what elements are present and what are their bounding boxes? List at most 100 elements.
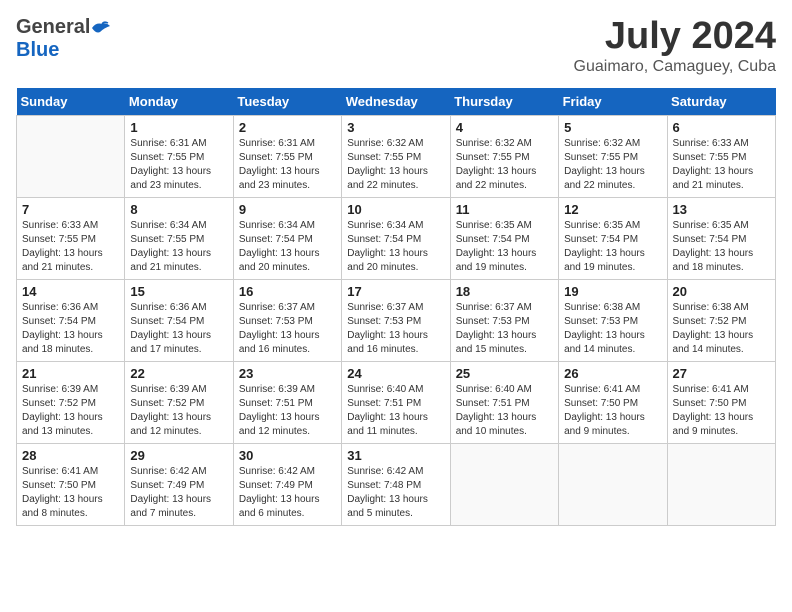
day-cell: 7 Sunrise: 6:33 AMSunset: 7:55 PMDaylight…: [17, 197, 125, 279]
day-number: 1: [130, 120, 227, 135]
day-info: Sunrise: 6:33 AMSunset: 7:55 PMDaylight:…: [673, 137, 770, 193]
header-row: SundayMondayTuesdayWednesdayThursdayFrid…: [17, 88, 776, 116]
header-day-saturday: Saturday: [667, 88, 775, 116]
day-number: 17: [347, 284, 444, 299]
day-info: Sunrise: 6:31 AMSunset: 7:55 PMDaylight:…: [239, 137, 336, 193]
day-number: 20: [673, 284, 770, 299]
day-info: Sunrise: 6:42 AMSunset: 7:49 PMDaylight:…: [239, 465, 336, 521]
day-number: 28: [22, 448, 119, 463]
day-number: 5: [564, 120, 661, 135]
week-row-1: 1 Sunrise: 6:31 AMSunset: 7:55 PMDaylight…: [17, 115, 776, 197]
day-number: 26: [564, 366, 661, 381]
day-number: 27: [673, 366, 770, 381]
day-cell: 6 Sunrise: 6:33 AMSunset: 7:55 PMDaylight…: [667, 115, 775, 197]
day-info: Sunrise: 6:32 AMSunset: 7:55 PMDaylight:…: [347, 137, 444, 193]
day-info: Sunrise: 6:35 AMSunset: 7:54 PMDaylight:…: [456, 219, 553, 275]
day-number: 22: [130, 366, 227, 381]
day-number: 11: [456, 202, 553, 217]
day-info: Sunrise: 6:32 AMSunset: 7:55 PMDaylight:…: [564, 137, 661, 193]
day-cell: 25Sunrise: 6:40 AMSunset: 7:51 PMDayligh…: [450, 361, 558, 443]
day-cell: 23Sunrise: 6:39 AMSunset: 7:51 PMDayligh…: [233, 361, 341, 443]
day-info: Sunrise: 6:35 AMSunset: 7:54 PMDaylight:…: [673, 219, 770, 275]
day-number: 7: [22, 202, 119, 217]
header-day-friday: Friday: [559, 88, 667, 116]
day-info: Sunrise: 6:39 AMSunset: 7:52 PMDaylight:…: [130, 383, 227, 439]
day-cell: 21 Sunrise: 6:39 AMSunset: 7:52 PMDayligh…: [17, 361, 125, 443]
day-number: 13: [673, 202, 770, 217]
day-cell: 19 Sunrise: 6:38 AMSunset: 7:53 PMDayligh…: [559, 279, 667, 361]
day-info: Sunrise: 6:42 AMSunset: 7:48 PMDaylight:…: [347, 465, 444, 521]
day-number: 9: [239, 202, 336, 217]
day-number: 2: [239, 120, 336, 135]
week-row-2: 7 Sunrise: 6:33 AMSunset: 7:55 PMDaylight…: [17, 197, 776, 279]
day-cell: 8 Sunrise: 6:34 AMSunset: 7:55 PMDaylight…: [125, 197, 233, 279]
week-row-4: 21 Sunrise: 6:39 AMSunset: 7:52 PMDayligh…: [17, 361, 776, 443]
day-cell: 27 Sunrise: 6:41 AMSunset: 7:50 PMDayligh…: [667, 361, 775, 443]
month-title: July 2024: [574, 16, 776, 58]
day-cell: 5 Sunrise: 6:32 AMSunset: 7:55 PMDaylight…: [559, 115, 667, 197]
calendar-table: SundayMondayTuesdayWednesdayThursdayFrid…: [16, 88, 776, 526]
day-cell: 29 Sunrise: 6:42 AMSunset: 7:49 PMDayligh…: [125, 443, 233, 525]
day-number: 16: [239, 284, 336, 299]
day-info: Sunrise: 6:34 AMSunset: 7:54 PMDaylight:…: [239, 219, 336, 275]
day-number: 21: [22, 366, 119, 381]
title-area: July 2024 Guaimaro, Camaguey, Cuba: [574, 16, 776, 76]
day-info: Sunrise: 6:38 AMSunset: 7:53 PMDaylight:…: [564, 301, 661, 357]
day-number: 12: [564, 202, 661, 217]
location-title: Guaimaro, Camaguey, Cuba: [574, 58, 776, 76]
logo-general-text: General: [16, 16, 90, 39]
day-info: Sunrise: 6:36 AMSunset: 7:54 PMDaylight:…: [22, 301, 119, 357]
day-number: 25: [456, 366, 553, 381]
day-info: Sunrise: 6:37 AMSunset: 7:53 PMDaylight:…: [239, 301, 336, 357]
day-number: 14: [22, 284, 119, 299]
logo: General Blue: [16, 16, 112, 62]
header-day-tuesday: Tuesday: [233, 88, 341, 116]
day-info: Sunrise: 6:42 AMSunset: 7:49 PMDaylight:…: [130, 465, 227, 521]
day-cell: 31 Sunrise: 6:42 AMSunset: 7:48 PMDayligh…: [342, 443, 450, 525]
day-info: Sunrise: 6:37 AMSunset: 7:53 PMDaylight:…: [347, 301, 444, 357]
day-info: Sunrise: 6:32 AMSunset: 7:55 PMDaylight:…: [456, 137, 553, 193]
day-cell: 12 Sunrise: 6:35 AMSunset: 7:54 PMDayligh…: [559, 197, 667, 279]
day-cell: 22 Sunrise: 6:39 AMSunset: 7:52 PMDayligh…: [125, 361, 233, 443]
day-cell: 9 Sunrise: 6:34 AMSunset: 7:54 PMDaylight…: [233, 197, 341, 279]
day-info: Sunrise: 6:41 AMSunset: 7:50 PMDaylight:…: [564, 383, 661, 439]
day-number: 6: [673, 120, 770, 135]
day-cell: [559, 443, 667, 525]
day-cell: 10 Sunrise: 6:34 AMSunset: 7:54 PMDayligh…: [342, 197, 450, 279]
day-number: 19: [564, 284, 661, 299]
day-info: Sunrise: 6:41 AMSunset: 7:50 PMDaylight:…: [22, 465, 119, 521]
day-number: 8: [130, 202, 227, 217]
day-cell: 2 Sunrise: 6:31 AMSunset: 7:55 PMDaylight…: [233, 115, 341, 197]
day-info: Sunrise: 6:34 AMSunset: 7:54 PMDaylight:…: [347, 219, 444, 275]
day-number: 15: [130, 284, 227, 299]
day-info: Sunrise: 6:38 AMSunset: 7:52 PMDaylight:…: [673, 301, 770, 357]
day-info: Sunrise: 6:41 AMSunset: 7:50 PMDaylight:…: [673, 383, 770, 439]
header-day-monday: Monday: [125, 88, 233, 116]
day-number: 10: [347, 202, 444, 217]
day-info: Sunrise: 6:39 AMSunset: 7:52 PMDaylight:…: [22, 383, 119, 439]
day-number: 30: [239, 448, 336, 463]
day-number: 3: [347, 120, 444, 135]
header-day-wednesday: Wednesday: [342, 88, 450, 116]
day-cell: 14 Sunrise: 6:36 AMSunset: 7:54 PMDayligh…: [17, 279, 125, 361]
day-cell: 11 Sunrise: 6:35 AMSunset: 7:54 PMDayligh…: [450, 197, 558, 279]
day-cell: [450, 443, 558, 525]
page-header: General Blue July 2024 Guaimaro, Camague…: [16, 16, 776, 76]
logo-bird-icon: [90, 20, 112, 36]
week-row-3: 14 Sunrise: 6:36 AMSunset: 7:54 PMDayligh…: [17, 279, 776, 361]
day-info: Sunrise: 6:35 AMSunset: 7:54 PMDaylight:…: [564, 219, 661, 275]
day-info: Sunrise: 6:39 AMSunset: 7:51 PMDaylight:…: [239, 383, 336, 439]
day-info: Sunrise: 6:34 AMSunset: 7:55 PMDaylight:…: [130, 219, 227, 275]
day-cell: [667, 443, 775, 525]
day-cell: 30 Sunrise: 6:42 AMSunset: 7:49 PMDayligh…: [233, 443, 341, 525]
day-number: 31: [347, 448, 444, 463]
day-info: Sunrise: 6:33 AMSunset: 7:55 PMDaylight:…: [22, 219, 119, 275]
day-number: 4: [456, 120, 553, 135]
day-cell: [17, 115, 125, 197]
day-number: 18: [456, 284, 553, 299]
day-number: 29: [130, 448, 227, 463]
day-info: Sunrise: 6:40 AMSunset: 7:51 PMDaylight:…: [347, 383, 444, 439]
day-cell: 28 Sunrise: 6:41 AMSunset: 7:50 PMDayligh…: [17, 443, 125, 525]
header-day-sunday: Sunday: [17, 88, 125, 116]
day-cell: 26 Sunrise: 6:41 AMSunset: 7:50 PMDayligh…: [559, 361, 667, 443]
